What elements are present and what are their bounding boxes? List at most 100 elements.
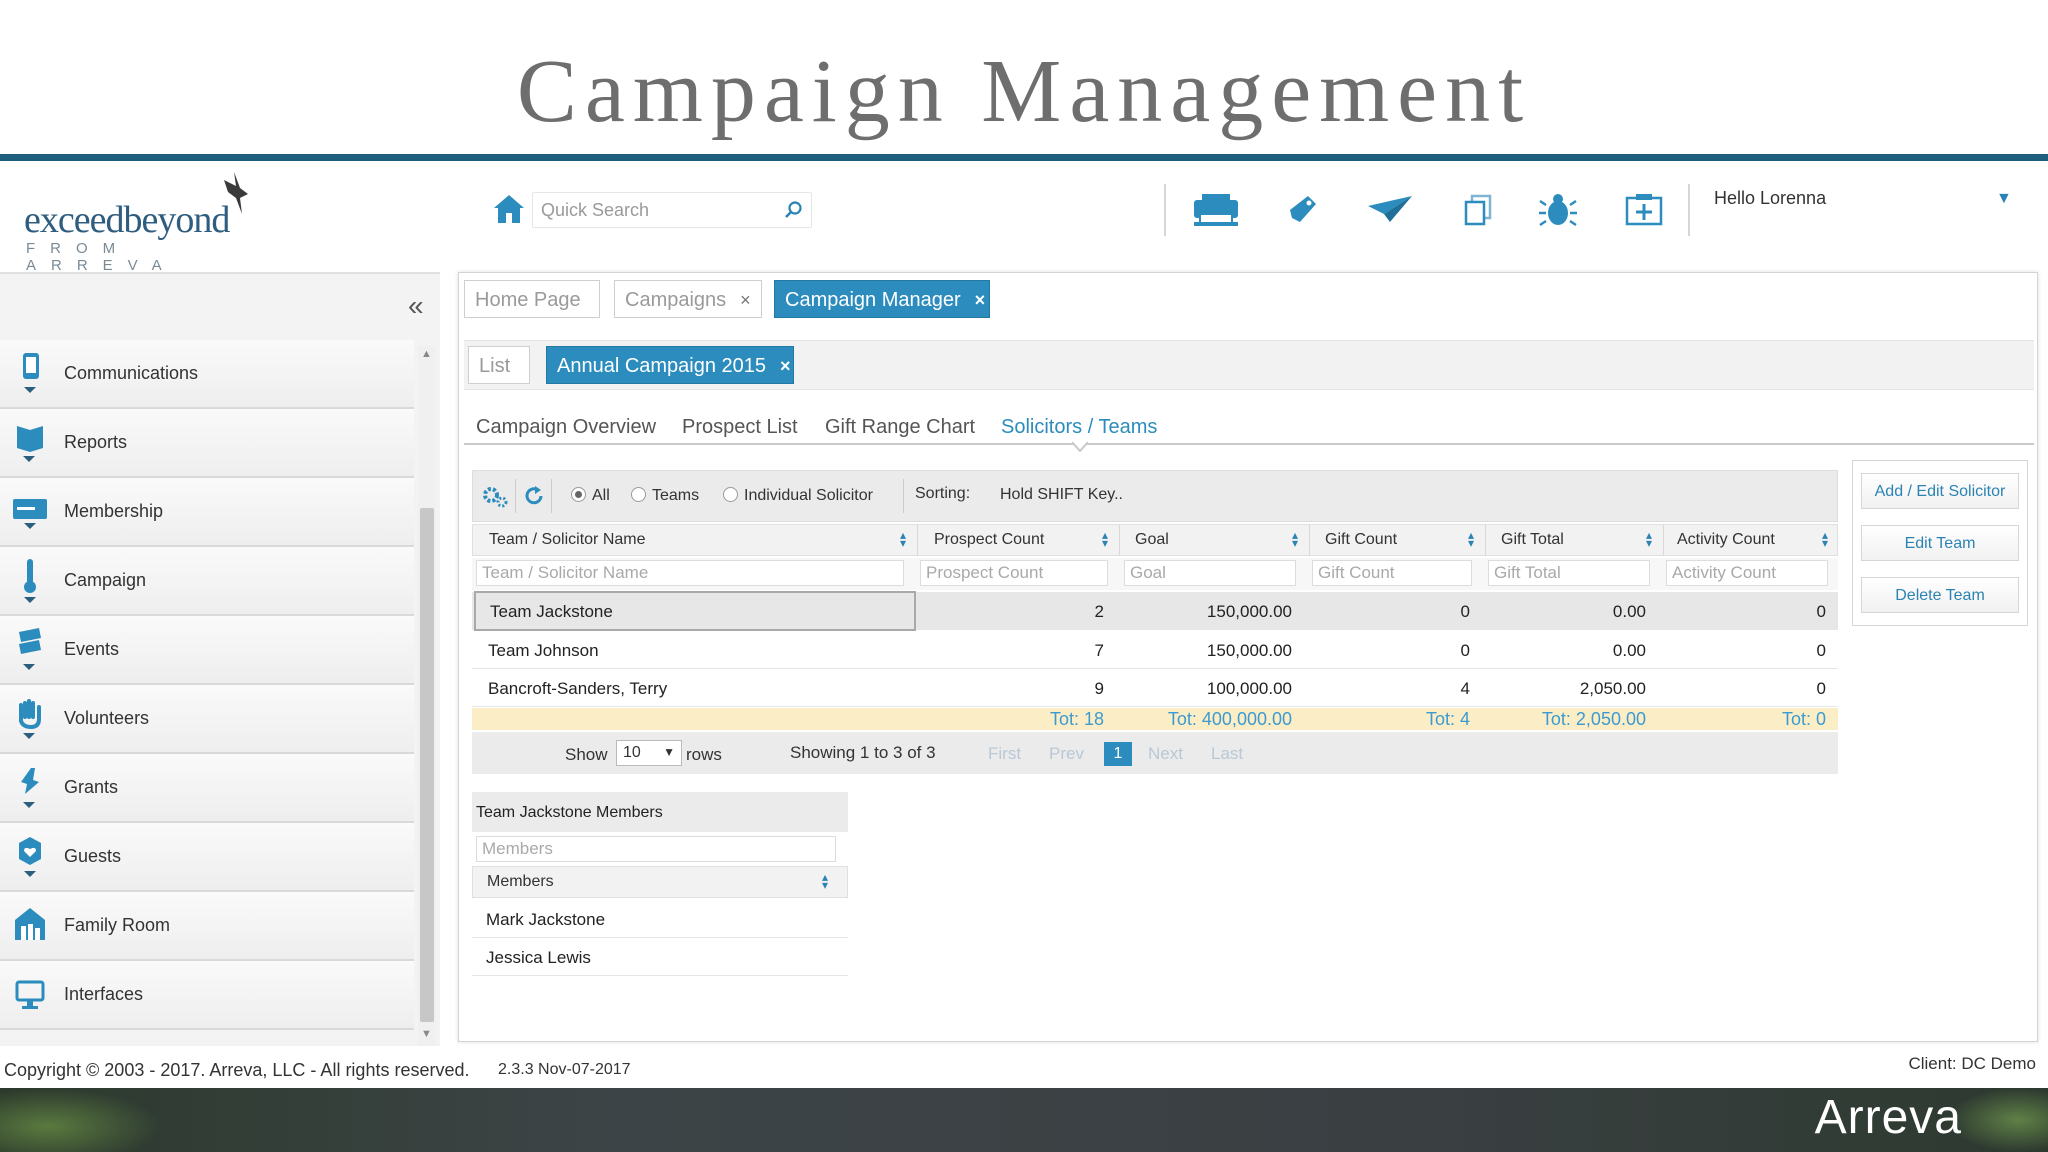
filter-name-input[interactable]: [476, 560, 904, 586]
radio-unselected[interactable]: [631, 487, 646, 502]
pager-last[interactable]: Last: [1211, 744, 1243, 764]
pager-first[interactable]: First: [988, 744, 1021, 764]
sort-icon[interactable]: ▴ ▾: [1819, 529, 1831, 549]
chevron-down-icon[interactable]: ▼: [1996, 190, 2012, 208]
gear-icon[interactable]: [481, 485, 509, 509]
home-icon[interactable]: [492, 192, 526, 226]
sidebar-item-label: Reports: [64, 432, 128, 452]
sort-icon[interactable]: ▴ ▾: [1099, 529, 1111, 549]
footer-version: 2.3.3 Nov-07-2017: [498, 1061, 631, 1078]
filter-individual-label: Individual Solicitor: [744, 487, 873, 504]
close-icon[interactable]: ×: [975, 290, 986, 310]
tab-label: Campaign Manager: [785, 289, 961, 311]
user-greeting[interactable]: Hello Lorenna: [1714, 188, 1826, 209]
sidebar-item-guests[interactable]: Guests: [0, 823, 414, 892]
footer-copyright: Copyright © 2003 - 2017. Arreva, LLC - A…: [4, 1060, 470, 1080]
close-icon[interactable]: ×: [780, 356, 791, 376]
rows-per-page-select[interactable]: 10 ▼: [616, 740, 682, 766]
filter-activity-count-input[interactable]: [1666, 560, 1828, 586]
tab-label: Campaigns: [625, 289, 727, 311]
sort-icon[interactable]: ▴ ▾: [1465, 529, 1477, 549]
sidebar-item-communications[interactable]: Communications: [0, 340, 414, 409]
filter-gift-count-input[interactable]: [1312, 560, 1472, 586]
sorting-label: Sorting:: [915, 485, 971, 502]
column-header-name[interactable]: Team / Solicitor Name: [489, 531, 646, 549]
bug-icon[interactable]: [1532, 190, 1584, 230]
list-item[interactable]: Jessica Lewis: [472, 938, 848, 976]
column-header-prospect-count[interactable]: Prospect Count: [934, 531, 1044, 549]
filter-all-radio[interactable]: All: [571, 487, 610, 505]
filter-teams-label: Teams: [652, 487, 700, 504]
send-icon[interactable]: [1364, 190, 1416, 230]
column-header-goal[interactable]: Goal: [1135, 531, 1169, 549]
add-panel-icon[interactable]: [1618, 190, 1670, 230]
tab-annual-campaign-2015[interactable]: Annual Campaign 2015 ×: [546, 346, 794, 384]
sort-icon[interactable]: ▴ ▾: [897, 529, 909, 549]
pager-prev[interactable]: Prev: [1049, 744, 1084, 764]
column-divider: [1119, 525, 1120, 555]
sidebar-item-volunteers[interactable]: Volunteers: [0, 685, 414, 754]
cell-name: Bancroft-Sanders, Terry: [488, 679, 668, 698]
sidebar-item-membership[interactable]: Membership: [0, 478, 414, 547]
filter-teams-radio[interactable]: Teams: [631, 487, 699, 505]
table-row[interactable]: Bancroft-Sanders, Terry 9 100,000.00 4 2…: [472, 669, 1838, 707]
subnav-gift-range-chart[interactable]: Gift Range Chart: [825, 416, 975, 439]
app-logo[interactable]: exceedbeyond FROM ARREVA: [24, 170, 264, 274]
pager-next[interactable]: Next: [1148, 744, 1183, 764]
column-header-gift-total[interactable]: Gift Total: [1501, 531, 1564, 549]
client-label: Client:: [1908, 1054, 1957, 1073]
tag-icon[interactable]: [1276, 190, 1328, 230]
cell-goal: 150,000.00: [1206, 641, 1292, 660]
collapse-sidebar-icon[interactable]: «: [408, 290, 424, 322]
sort-icon[interactable]: ▴ ▾: [819, 871, 831, 891]
search-icon[interactable]: [783, 200, 803, 220]
title-rule: [0, 154, 2048, 161]
sidebar-item-family-room[interactable]: Family Room: [0, 892, 414, 961]
filter-gift-total-input[interactable]: [1488, 560, 1650, 586]
subnav-campaign-overview[interactable]: Campaign Overview: [476, 416, 656, 439]
scrollbar-thumb[interactable]: [420, 508, 434, 1022]
header-divider: [1164, 184, 1166, 236]
add-edit-solicitor-button[interactable]: Add / Edit Solicitor: [1861, 473, 2019, 509]
radio-selected[interactable]: [571, 487, 586, 502]
sidebar-item-reports[interactable]: Reports: [0, 409, 414, 478]
search-input[interactable]: [533, 193, 763, 227]
tab-home-page[interactable]: Home Page: [464, 280, 600, 318]
grid-header: Team / Solicitor Name ▴ ▾ Prospect Count …: [472, 524, 1838, 556]
tab-campaign-manager[interactable]: Campaign Manager ×: [774, 280, 990, 318]
quick-search[interactable]: [532, 192, 812, 228]
scroll-down-icon[interactable]: ▼: [421, 1028, 432, 1040]
delete-team-button[interactable]: Delete Team: [1861, 577, 2019, 613]
tab-label: List: [479, 355, 511, 377]
sort-icon[interactable]: ▴ ▾: [1289, 529, 1301, 549]
scroll-up-icon[interactable]: ▲: [421, 348, 432, 360]
list-item[interactable]: Mark Jackstone: [472, 900, 848, 938]
refresh-icon[interactable]: [523, 485, 545, 507]
subnav-solicitors-teams[interactable]: Solicitors / Teams: [1001, 416, 1157, 439]
tab-campaigns[interactable]: Campaigns ×: [614, 280, 762, 318]
print-icon[interactable]: [1190, 190, 1242, 230]
filter-prospect-count-input[interactable]: [920, 560, 1108, 586]
copy-icon[interactable]: [1452, 190, 1504, 230]
sidebar-item-events[interactable]: Events: [0, 616, 414, 685]
edit-team-button[interactable]: Edit Team: [1861, 525, 2019, 561]
column-header-gift-count[interactable]: Gift Count: [1325, 531, 1397, 549]
sidebar-scrollbar[interactable]: ▲ ▼: [418, 346, 436, 1046]
sort-icon[interactable]: ▴ ▾: [1643, 529, 1655, 549]
members-filter-input[interactable]: [476, 836, 836, 862]
column-header-activity-count[interactable]: Activity Count: [1677, 531, 1775, 549]
pager-page-current[interactable]: 1: [1104, 742, 1132, 766]
slide-title: Campaign Management: [516, 42, 1532, 141]
sidebar-item-interfaces[interactable]: Interfaces: [0, 961, 414, 1030]
close-icon[interactable]: ×: [740, 290, 751, 310]
radio-unselected[interactable]: [723, 487, 738, 502]
filter-goal-input[interactable]: [1124, 560, 1296, 586]
column-divider: [1485, 525, 1486, 555]
sidebar-item-grants[interactable]: Grants: [0, 754, 414, 823]
members-column-header[interactable]: Members ▴ ▾: [472, 866, 848, 898]
tab-list[interactable]: List: [468, 346, 530, 384]
filter-individual-radio[interactable]: Individual Solicitor: [723, 487, 873, 505]
table-row[interactable]: Team Johnson 7 150,000.00 0 0.00 0: [472, 631, 1838, 669]
subnav-prospect-list[interactable]: Prospect List: [682, 416, 798, 439]
sidebar-item-campaign[interactable]: Campaign: [0, 547, 414, 616]
